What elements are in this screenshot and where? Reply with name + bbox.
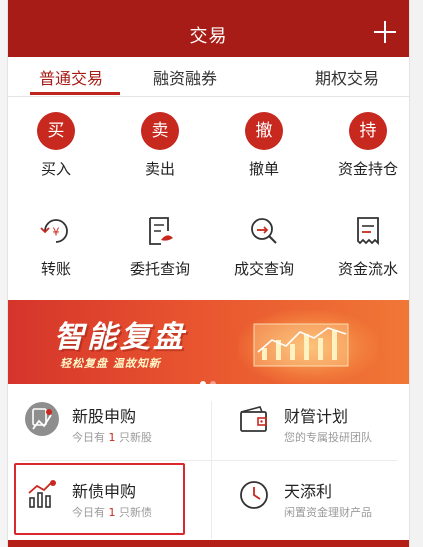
new-bond-subtitle: 今日有 1 只新债 [72,506,152,519]
cancel-order-icon: 撤 [245,112,283,150]
cancel-order-label: 撤单 [248,160,279,178]
services-panel: 新股申购 今日有 1 只新股 财管计划 您的专属投研团队 新债申购 今日有 1 … [8,393,409,547]
plus-icon[interactable] [371,18,399,46]
buy-icon: 买 [37,112,75,150]
wallet-icon [236,401,272,437]
new-bond-subscribe[interactable]: 新债申购 今日有 1 只新债 [24,470,204,530]
banner-title: 智能复盘 [54,320,186,355]
new-stock-title: 新股申购 [72,407,137,426]
new-stock-subtitle: 今日有 1 只新股 [72,431,152,444]
banner-subtitle: 轻松复盘 温故知新 [60,357,161,370]
buy-button[interactable]: 买 买入 [8,112,106,179]
positions-label: 资金持仓 [337,160,398,178]
deal-query-label: 成交查询 [233,260,294,278]
active-tab-indicator [30,92,120,95]
wealth-plan[interactable]: 财管计划 您的专属投研团队 [236,395,401,455]
new-stock-icon [24,401,60,437]
positions-icon: 持 [349,112,387,150]
fund-flow-icon [349,212,387,250]
new-bond-icon [24,476,60,512]
wealth-plan-subtitle: 您的专属投研团队 [284,431,372,444]
new-bond-title: 新债申购 [72,482,137,501]
positions-button[interactable]: 持 资金持仓 [318,112,409,179]
carousel-dots [200,372,220,384]
transfer-yen-icon: ¥ [37,212,75,250]
panel-divider-vertical [211,401,212,539]
tiantianli-title: 天添利 [284,482,333,501]
smart-review-banner[interactable]: 智能复盘 轻松复盘 温故知新 [8,300,409,384]
bottom-bar-edge [8,540,409,547]
right-edge-strip [409,0,423,547]
deal-query-icon [245,212,283,250]
fund-flow-label: 资金流水 [337,260,398,278]
new-bond-count: 1 [108,506,116,519]
tab-options-trade[interactable]: 期权交易 [315,65,379,89]
carousel-dot[interactable] [210,381,216,384]
sell-button[interactable]: 卖 卖出 [110,112,210,179]
tiantianli-subtitle: 闲置资金理财产品 [284,506,372,519]
order-query-label: 委托查询 [129,260,190,278]
order-query-button[interactable]: 委托查询 [110,212,210,279]
transfer-label: 转账 [40,260,71,278]
order-query-icon [141,212,179,250]
carousel-dot-active[interactable] [200,381,206,384]
top-bar: 交易 [8,0,409,57]
tab-margin-trading[interactable]: 融资融券 [153,65,217,89]
page-title: 交易 [189,26,228,47]
trade-tabs: 普通交易 融资融券 期权交易 [8,57,409,97]
svg-text:¥: ¥ [53,226,60,239]
clock-icon [236,476,272,512]
left-edge-strip [0,0,8,547]
buy-label: 买入 [40,160,71,178]
transfer-button[interactable]: ¥ 转账 [8,212,106,279]
tab-normal-trade[interactable]: 普通交易 [39,65,103,89]
fund-flow-button[interactable]: 资金流水 [318,212,409,279]
cancel-order-button[interactable]: 撤 撤单 [214,112,314,179]
new-stock-subscribe[interactable]: 新股申购 今日有 1 只新股 [24,395,204,455]
banner-chart-illustration [253,323,349,367]
new-stock-count: 1 [108,431,116,444]
sell-label: 卖出 [144,160,175,178]
deal-query-button[interactable]: 成交查询 [214,212,314,279]
tiantianli[interactable]: 天添利 闲置资金理财产品 [236,470,401,530]
sell-icon: 卖 [141,112,179,150]
panel-divider-horizontal [20,460,397,461]
wealth-plan-title: 财管计划 [284,407,349,426]
trade-screen: 交易 普通交易 融资融券 期权交易 买 买入 卖 卖出 撤 撤单 持 资金持仓 [8,0,409,547]
